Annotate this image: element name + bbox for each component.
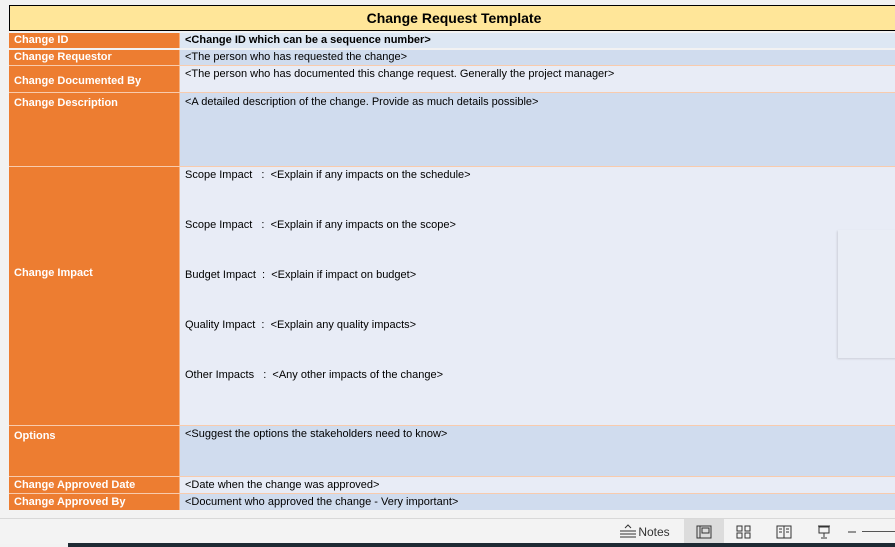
slideshow-button[interactable] bbox=[804, 519, 844, 544]
zoom-slider[interactable] bbox=[862, 531, 895, 532]
row-label: Change Approved By bbox=[9, 494, 180, 510]
notes-button[interactable]: Notes bbox=[614, 519, 674, 544]
table-row-options: Options <Suggest the options the stakeho… bbox=[9, 425, 895, 477]
table-row-documented-by: Change Documented By <The person who has… bbox=[9, 65, 895, 93]
row-value[interactable]: <Date when the change was approved> bbox=[180, 477, 895, 494]
impact-quality: Quality Impact : <Explain any quality im… bbox=[185, 319, 417, 331]
row-value[interactable]: <The person who has requested the change… bbox=[180, 50, 895, 65]
table-row-description: Change Description <A detailed descripti… bbox=[9, 92, 895, 167]
taskbar-strip bbox=[68, 543, 895, 547]
slide-sorter-button[interactable] bbox=[724, 519, 764, 544]
notes-label: Notes bbox=[638, 524, 670, 539]
impact-budget: Budget Impact : <Explain if impact on bu… bbox=[185, 269, 417, 281]
table-row-requestor: Change Requestor <The person who has req… bbox=[9, 50, 895, 65]
minus-icon bbox=[848, 531, 856, 532]
row-label: Options bbox=[9, 426, 180, 477]
normal-view-button[interactable] bbox=[684, 519, 724, 544]
table-title: Change Request Template bbox=[9, 5, 895, 31]
table-row-change-id: Change ID <Change ID which can be a sequ… bbox=[9, 33, 895, 48]
row-value[interactable]: <Suggest the options the stakeholders ne… bbox=[180, 426, 895, 477]
impact-scope: Scope Impact : <Explain if any impacts o… bbox=[185, 219, 456, 231]
notes-icon bbox=[620, 523, 637, 537]
row-value[interactable]: <A detailed description of the change. P… bbox=[180, 93, 895, 167]
slideshow-icon bbox=[818, 525, 830, 538]
row-value[interactable]: <The person who has documented this chan… bbox=[180, 66, 895, 93]
reading-view-button[interactable] bbox=[764, 519, 804, 544]
row-value[interactable]: <Document who approved the change - Very… bbox=[180, 494, 895, 510]
table-row-change-impact: Change Impact Scope Impact : <Explain if… bbox=[9, 166, 895, 426]
row-label: Change Requestor bbox=[9, 50, 180, 65]
impact-schedule: Scope Impact : <Explain if any impacts o… bbox=[185, 169, 471, 181]
reading-view-icon bbox=[776, 525, 792, 538]
row-label: Change Impact bbox=[9, 167, 180, 426]
table-row-approved-date: Change Approved Date <Date when the chan… bbox=[9, 476, 895, 494]
floating-panel-edge bbox=[838, 230, 895, 358]
impact-other: Other Impacts : <Any other impacts of th… bbox=[185, 369, 444, 381]
row-label: Change Documented By bbox=[9, 66, 180, 93]
zoom-out-button[interactable] bbox=[846, 519, 858, 544]
status-bar: Notes bbox=[0, 518, 895, 544]
table-row-approved-by: Change Approved By <Document who approve… bbox=[9, 493, 895, 510]
row-label: Change Description bbox=[9, 93, 180, 167]
normal-view-icon bbox=[696, 525, 712, 538]
row-label: Change Approved Date bbox=[9, 477, 180, 494]
row-label: Change ID bbox=[9, 33, 180, 48]
row-value[interactable]: <Change ID which can be a sequence numbe… bbox=[180, 33, 895, 48]
slide-sorter-icon bbox=[736, 525, 751, 538]
slide-canvas: Change Request Template Change ID <Chang… bbox=[0, 0, 895, 515]
row-value-impacts[interactable]: Scope Impact : <Explain if any impacts o… bbox=[180, 167, 895, 426]
